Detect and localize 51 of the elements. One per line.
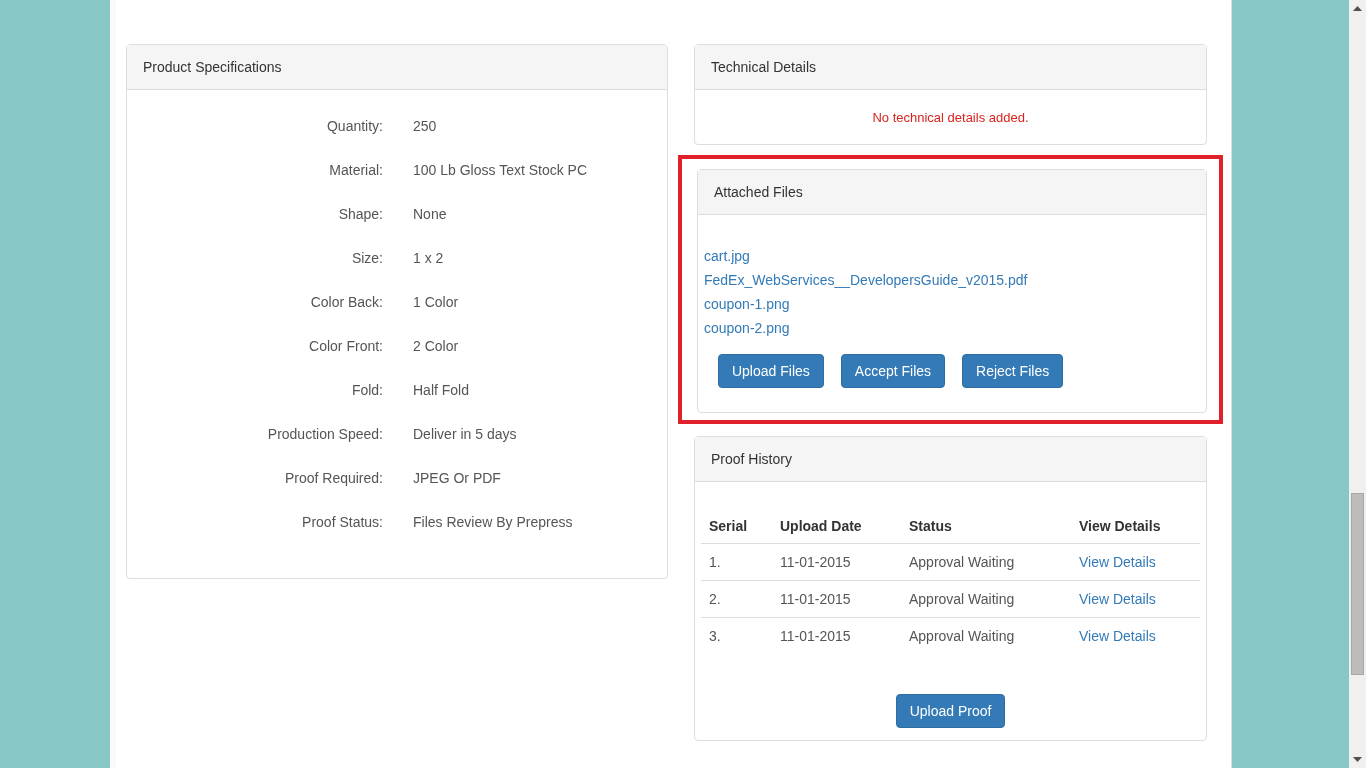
scrollbar[interactable] [1349,0,1366,768]
table-cell: Approval Waiting [900,543,1071,581]
scrollbar-thumb[interactable] [1351,493,1364,675]
spec-value: 1 x 2 [413,250,444,268]
spec-label: Size: [350,250,383,268]
table-cell: Approval Waiting [900,617,1071,654]
file-link[interactable]: coupon-2.png [703,316,790,340]
table-cell: 2. [700,580,772,618]
spec-label: Proof Status: [301,514,383,532]
view-details-link[interactable]: View Details [1078,628,1156,644]
spec-label: Shape: [337,206,383,224]
panel-heading: Attached Files [697,170,1206,215]
table-cell: 11-01-2015 [771,580,901,618]
spec-label: Production Speed: [266,426,383,444]
spec-value: 250 [413,118,437,136]
spec-label: Color Front: [308,338,383,356]
spec-value: Files Review By Prepress [413,514,573,532]
file-link[interactable]: cart.jpg [703,244,750,268]
panel-heading: Product Specifications [127,45,667,90]
column-header: Status [900,506,1071,544]
spec-label: Fold: [350,382,383,400]
table-cell: Approval Waiting [900,580,1071,618]
table-cell: 1. [700,543,772,581]
file-link[interactable]: coupon-1.png [703,292,790,316]
spec-label: Material: [328,162,383,180]
spec-value: 1 Color [413,294,459,312]
table-cell: 11-01-2015 [771,543,901,581]
empty-message: No technical details added. [872,110,1029,125]
spec-label: Quantity: [325,118,383,136]
spec-value: JPEG Or PDF [413,470,501,488]
column-header: Upload Date [771,506,901,544]
upload-proof-button[interactable]: Upload Proof [895,694,1006,728]
table-cell: 11-01-2015 [771,617,901,654]
spec-label: Color Back: [309,294,383,312]
file-action-button[interactable]: Reject Files [962,354,1064,388]
view-details-link[interactable]: View Details [1078,554,1156,570]
view-details-link[interactable]: View Details [1078,591,1156,607]
spec-value: Deliver in 5 days [413,426,517,444]
spec-value: 100 Lb Gloss Text Stock PC [413,162,588,180]
file-action-button[interactable]: Accept Files [840,354,946,388]
table-cell: 3. [700,617,772,654]
file-action-button[interactable]: Upload Files [717,354,824,388]
column-header: View Details [1070,506,1200,544]
column-header: Serial [700,506,772,544]
spec-label: Proof Required: [283,470,383,488]
file-link[interactable]: FedEx_WebServices__DevelopersGuide_v2015.pdf [703,268,1028,292]
spec-value: 2 Color [413,338,459,356]
spec-value: Half Fold [413,382,470,400]
panel-heading: Technical Details [694,45,1206,90]
spec-value: None [413,206,447,224]
panel-heading: Proof History [694,437,1206,482]
